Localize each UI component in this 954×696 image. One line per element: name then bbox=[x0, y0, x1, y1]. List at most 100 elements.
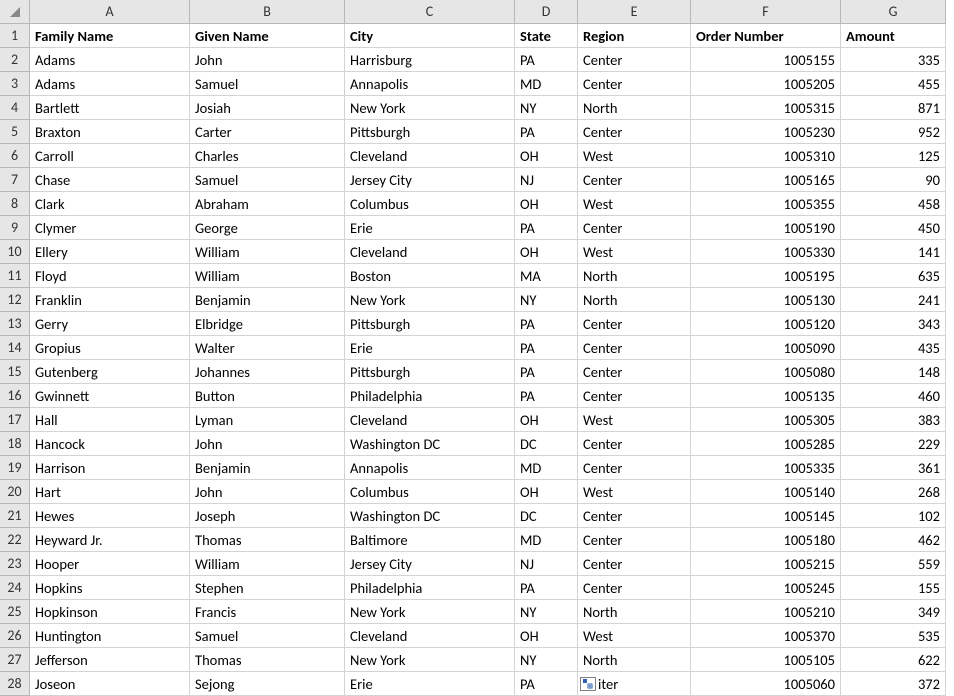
cell-city[interactable]: New York bbox=[345, 648, 515, 672]
cell-state[interactable]: MD bbox=[515, 528, 578, 552]
cell-city[interactable]: Cleveland bbox=[345, 408, 515, 432]
cell-city[interactable]: Harrisburg bbox=[345, 48, 515, 72]
cell-order[interactable]: 1005130 bbox=[691, 288, 841, 312]
cell-state[interactable]: MA bbox=[515, 264, 578, 288]
cell-city[interactable]: Jersey City bbox=[345, 168, 515, 192]
cell-region[interactable]: Center bbox=[578, 72, 691, 96]
cell-region[interactable]: Center bbox=[578, 576, 691, 600]
cell-family[interactable]: Ellery bbox=[30, 240, 190, 264]
cell-order[interactable]: 1005105 bbox=[691, 648, 841, 672]
cell-region[interactable]: West bbox=[578, 240, 691, 264]
row-header[interactable]: 4 bbox=[0, 96, 30, 120]
cell-order[interactable]: 1005155 bbox=[691, 48, 841, 72]
cell-state[interactable]: PA bbox=[515, 336, 578, 360]
cell-city[interactable]: Baltimore bbox=[345, 528, 515, 552]
cell-region[interactable]: Center bbox=[578, 312, 691, 336]
row-header[interactable]: 9 bbox=[0, 216, 30, 240]
cell-order[interactable]: 1005090 bbox=[691, 336, 841, 360]
cell-region[interactable]: Center bbox=[578, 384, 691, 408]
cell-given[interactable]: Thomas bbox=[190, 528, 345, 552]
cell-amount[interactable]: 871 bbox=[841, 96, 946, 120]
cell-city[interactable]: Washington DC bbox=[345, 432, 515, 456]
cell-state[interactable]: PA bbox=[515, 216, 578, 240]
cell-family[interactable]: Huntington bbox=[30, 624, 190, 648]
cell-region[interactable]: Center bbox=[578, 168, 691, 192]
cell-family[interactable]: Clymer bbox=[30, 216, 190, 240]
cell-state[interactable]: PA bbox=[515, 48, 578, 72]
cell-amount[interactable]: 622 bbox=[841, 648, 946, 672]
cell-amount[interactable]: 90 bbox=[841, 168, 946, 192]
cell-order[interactable]: 1005355 bbox=[691, 192, 841, 216]
cell-city[interactable]: Cleveland bbox=[345, 144, 515, 168]
cell-region[interactable]: West bbox=[578, 144, 691, 168]
cell-state[interactable]: OH bbox=[515, 192, 578, 216]
cell-amount[interactable]: 383 bbox=[841, 408, 946, 432]
cell-order[interactable]: 1005080 bbox=[691, 360, 841, 384]
row-header[interactable]: 7 bbox=[0, 168, 30, 192]
cell-state[interactable]: PA bbox=[515, 360, 578, 384]
row-header[interactable]: 19 bbox=[0, 456, 30, 480]
cell-given[interactable]: Samuel bbox=[190, 168, 345, 192]
cell-region[interactable]: North bbox=[578, 264, 691, 288]
cell-city[interactable]: Philadelphia bbox=[345, 384, 515, 408]
row-header[interactable]: 17 bbox=[0, 408, 30, 432]
cell-given[interactable]: John bbox=[190, 48, 345, 72]
cell-region[interactable]: North bbox=[578, 96, 691, 120]
row-header[interactable]: 25 bbox=[0, 600, 30, 624]
col-header-B[interactable]: B bbox=[190, 0, 345, 24]
cell-order[interactable]: 1005315 bbox=[691, 96, 841, 120]
cell-region[interactable]: Center bbox=[578, 216, 691, 240]
cell-family[interactable]: Chase bbox=[30, 168, 190, 192]
cell-order[interactable]: 1005245 bbox=[691, 576, 841, 600]
cell-city[interactable]: New York bbox=[345, 288, 515, 312]
cell-given[interactable]: John bbox=[190, 432, 345, 456]
row-header[interactable]: 22 bbox=[0, 528, 30, 552]
row-header[interactable]: 8 bbox=[0, 192, 30, 216]
cell-state[interactable]: OH bbox=[515, 624, 578, 648]
cell-state[interactable]: NY bbox=[515, 96, 578, 120]
cell-city[interactable]: Cleveland bbox=[345, 240, 515, 264]
row-header[interactable]: 18 bbox=[0, 432, 30, 456]
cell-amount[interactable]: 155 bbox=[841, 576, 946, 600]
cell-region[interactable]: North bbox=[578, 648, 691, 672]
cell-state[interactable]: NY bbox=[515, 600, 578, 624]
cell-region[interactable]: West bbox=[578, 624, 691, 648]
cell-family[interactable]: Hopkins bbox=[30, 576, 190, 600]
cell-region[interactable]: West bbox=[578, 480, 691, 504]
cell-given[interactable]: Walter bbox=[190, 336, 345, 360]
cell-given[interactable]: William bbox=[190, 264, 345, 288]
cell-given[interactable]: Stephen bbox=[190, 576, 345, 600]
cell-state[interactable]: DC bbox=[515, 432, 578, 456]
cell-amount[interactable]: 349 bbox=[841, 600, 946, 624]
cell-state[interactable]: PA bbox=[515, 120, 578, 144]
cell-city[interactable]: Pittsburgh bbox=[345, 360, 515, 384]
col-header-E[interactable]: E bbox=[578, 0, 691, 24]
cell-region[interactable]: Center bbox=[578, 120, 691, 144]
cell-city[interactable]: Boston bbox=[345, 264, 515, 288]
cell-order[interactable]: 1005180 bbox=[691, 528, 841, 552]
cell-state[interactable]: MD bbox=[515, 456, 578, 480]
cell-order[interactable]: 1005060 bbox=[691, 672, 841, 696]
cell-amount[interactable]: 435 bbox=[841, 336, 946, 360]
cell-family[interactable]: Braxton bbox=[30, 120, 190, 144]
cell-family[interactable]: Hall bbox=[30, 408, 190, 432]
row-header[interactable]: 26 bbox=[0, 624, 30, 648]
cell-state[interactable]: NY bbox=[515, 648, 578, 672]
cell-city[interactable]: Erie bbox=[345, 672, 515, 696]
row-header[interactable]: 27 bbox=[0, 648, 30, 672]
cell-state[interactable]: NY bbox=[515, 288, 578, 312]
cell-amount[interactable]: 559 bbox=[841, 552, 946, 576]
row-header[interactable]: 21 bbox=[0, 504, 30, 528]
cell-given[interactable]: George bbox=[190, 216, 345, 240]
col-header-F[interactable]: F bbox=[691, 0, 841, 24]
cell-amount[interactable]: 241 bbox=[841, 288, 946, 312]
cell-amount[interactable]: 462 bbox=[841, 528, 946, 552]
row-header[interactable]: 12 bbox=[0, 288, 30, 312]
row-header[interactable]: 11 bbox=[0, 264, 30, 288]
cell-family[interactable]: Bartlett bbox=[30, 96, 190, 120]
header-state[interactable]: State bbox=[515, 24, 578, 48]
cell-state[interactable]: PA bbox=[515, 384, 578, 408]
cell-amount[interactable]: 148 bbox=[841, 360, 946, 384]
cell-given[interactable]: Benjamin bbox=[190, 288, 345, 312]
cell-amount[interactable]: 229 bbox=[841, 432, 946, 456]
